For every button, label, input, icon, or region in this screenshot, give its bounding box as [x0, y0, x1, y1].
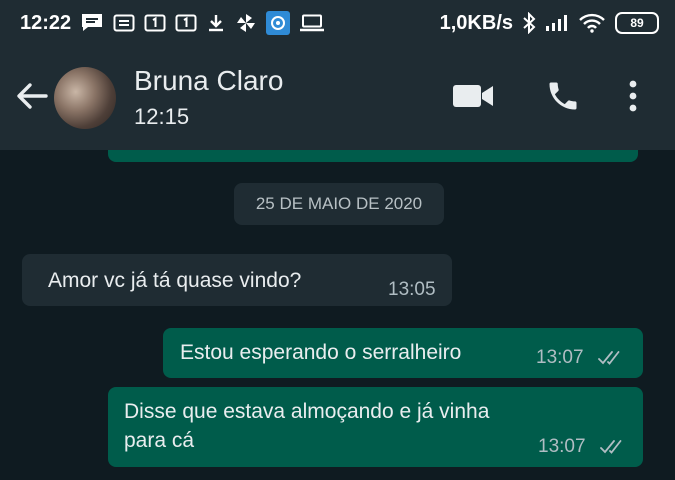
- message-bubble-outgoing[interactable]: Estou esperando o serralheiro 13:07: [163, 328, 643, 378]
- voice-call-button[interactable]: [533, 68, 593, 128]
- wifi-icon: [578, 13, 606, 33]
- header-actions: [443, 68, 675, 128]
- video-call-button[interactable]: [443, 68, 503, 128]
- chat-area[interactable]: 25 DE MAIO DE 2020 Amor vc já tá quase v…: [0, 150, 675, 480]
- message-text: Estou esperando o serralheiro: [180, 341, 462, 364]
- contact-info[interactable]: Bruna Claro 12:15: [134, 64, 283, 132]
- message-text: Amor vc já tá quase vindo?: [48, 269, 302, 292]
- message-text-line-2: para cá: [124, 429, 195, 452]
- battery-level: 89: [630, 16, 644, 30]
- notification-box-icon: [113, 13, 135, 33]
- read-receipt-icon: [600, 437, 628, 461]
- more-options-button[interactable]: [613, 68, 653, 128]
- voice-call-icon: [545, 78, 581, 119]
- message-bubble-incoming[interactable]: Amor vc já tá quase vindo? 13:05: [22, 254, 452, 306]
- date-divider: 25 DE MAIO DE 2020: [234, 183, 444, 225]
- read-receipt-icon: [598, 348, 626, 372]
- message-icon: [80, 13, 104, 33]
- contact-subtitle: 12:15: [134, 104, 190, 129]
- contact-name: Bruna Claro: [134, 65, 284, 96]
- video-call-icon: [452, 83, 494, 114]
- vpn-icon: [266, 11, 291, 35]
- message-time: 13:07: [538, 436, 586, 457]
- back-arrow-icon: [16, 82, 48, 115]
- status-bar-right: 1,0KB/s 89: [440, 12, 675, 35]
- bluetooth-icon: [522, 12, 536, 34]
- chat-header: Bruna Claro 12:15: [0, 46, 675, 150]
- status-bar-left: 12:22: [0, 11, 325, 35]
- network-speed: 1,0KB/s: [439, 11, 513, 34]
- message-time: 13:05: [388, 279, 436, 300]
- sim1-icon: [144, 13, 166, 33]
- back-button[interactable]: [12, 78, 52, 118]
- status-bar: 12:22 1,0KB/s 89: [0, 0, 675, 46]
- signal-icon: [545, 14, 569, 32]
- message-bubble-partial[interactable]: [108, 150, 638, 162]
- download-icon: [206, 13, 226, 33]
- message-bubble-outgoing[interactable]: Disse que estava almoçando e já vinha pa…: [108, 387, 643, 467]
- battery-icon: 89: [615, 12, 659, 34]
- sim1-icon: [175, 13, 197, 33]
- message-text-line-1: Disse que estava almoçando e já vinha: [124, 400, 490, 423]
- message-time: 13:07: [536, 347, 584, 368]
- status-time: 12:22: [20, 11, 72, 34]
- laptop-icon: [299, 13, 325, 33]
- avatar[interactable]: [54, 67, 116, 129]
- pinwheel-icon: [235, 12, 257, 34]
- more-vertical-icon: [628, 79, 638, 118]
- date-divider-label: 25 DE MAIO DE 2020: [255, 194, 423, 213]
